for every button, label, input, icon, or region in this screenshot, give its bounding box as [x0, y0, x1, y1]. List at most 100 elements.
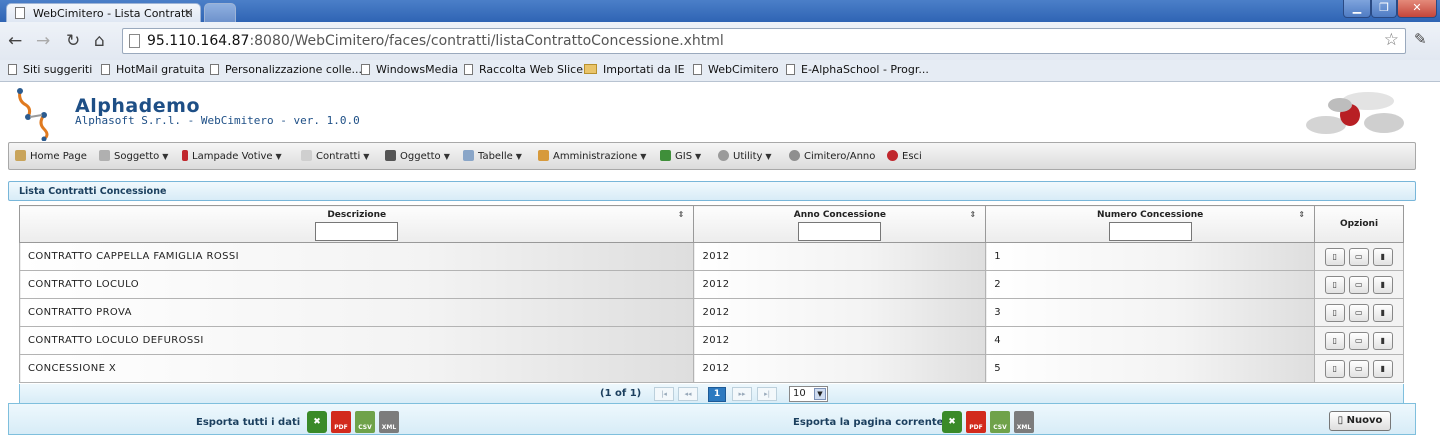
menu-utility[interactable]: Utility ▼ [718, 150, 772, 162]
paginator: (1 of 1) |◂ ◂◂ 1 ▸▸ ▸| 10 ▼ [19, 384, 1404, 405]
reload-icon[interactable]: ↻ [66, 31, 80, 51]
cell-anno: 2012 [693, 298, 987, 327]
xml-export-icon[interactable]: XML [1014, 411, 1034, 433]
rows-per-page-select[interactable]: 10 ▼ [789, 386, 828, 402]
view-document-icon[interactable]: ▯ [1325, 247, 1345, 266]
cell-opzioni: ▯ ▭ ▮ [1314, 298, 1404, 327]
browser-tab-active[interactable]: WebCimitero - Lista Contratti × [6, 3, 201, 22]
excel-export-icon[interactable]: ✖ [942, 411, 962, 433]
column-header-descrizione[interactable]: Descrizione ⇕ [18, 205, 695, 243]
cell-numero: 2 [985, 270, 1316, 299]
bookmark-item[interactable]: Importati da IE [584, 63, 685, 76]
dropdown-arrow-icon: ▼ [765, 152, 772, 161]
trash-icon[interactable]: ▮ [1373, 303, 1393, 322]
csv-export-icon[interactable]: CSV [355, 411, 375, 433]
page-icon [464, 64, 473, 75]
dropdown-arrow-icon: ▼ [515, 152, 522, 161]
view-document-icon[interactable]: ▯ [1325, 275, 1345, 294]
open-folder-icon[interactable]: ▭ [1349, 359, 1369, 378]
cell-anno: 2012 [693, 354, 987, 383]
table-row[interactable]: CONTRATTO LOCULO 2012 2 ▯ ▭ ▮ [18, 270, 1404, 299]
menu-gis[interactable]: GIS ▼ [660, 150, 701, 162]
table-row[interactable]: CONCESSIONE X 2012 5 ▯ ▭ ▮ [18, 354, 1404, 383]
panel-header: Lista Contratti Concessione [8, 181, 1416, 201]
last-page-button[interactable]: ▸| [757, 387, 777, 401]
filter-numero-input[interactable] [1108, 222, 1192, 241]
open-folder-icon[interactable]: ▭ [1349, 331, 1369, 350]
menu-home-page[interactable]: Home Page [15, 150, 87, 162]
address-bar[interactable]: 95.110.164.87:8080/WebCimitero/faces/con… [122, 28, 1406, 54]
menu-contratti[interactable]: Contratti ▼ [301, 150, 369, 162]
open-folder-icon[interactable]: ▭ [1349, 275, 1369, 294]
cell-numero: 1 [985, 242, 1316, 271]
alphasoft-logo-icon [17, 88, 49, 141]
next-page-button[interactable]: ▸▸ [732, 387, 752, 401]
new-button[interactable]: ▯ Nuovo [1329, 411, 1391, 431]
bookmark-star-icon[interactable]: ☆ [1384, 30, 1399, 50]
cell-numero: 5 [985, 354, 1316, 383]
bookmark-item[interactable]: HotMail gratuita [101, 63, 205, 76]
wrench-icon[interactable]: ✎ [1414, 30, 1427, 48]
cell-anno: 2012 [693, 242, 987, 271]
prev-page-button[interactable]: ◂◂ [678, 387, 698, 401]
trash-icon[interactable]: ▮ [1373, 331, 1393, 350]
maximize-button[interactable]: ❐ [1371, 0, 1397, 18]
cell-descrizione: CONTRATTO PROVA [18, 298, 695, 327]
refresh-icon [789, 150, 800, 161]
close-window-button[interactable]: ✕ [1397, 0, 1437, 18]
open-folder-icon[interactable]: ▭ [1349, 247, 1369, 266]
main-menu: Home Page Soggetto ▼ Lampade Votive ▼ Cont… [8, 142, 1416, 170]
column-header-anno[interactable]: Anno Concessione ⇕ [693, 205, 987, 243]
menu-cimitero-anno[interactable]: Cimitero/Anno [789, 150, 875, 162]
table-row[interactable]: CONTRATTO LOCULO DEFUROSSI 2012 4 ▯ ▭ ▮ [18, 326, 1404, 355]
view-document-icon[interactable]: ▯ [1325, 359, 1345, 378]
sort-icon[interactable]: ⇕ [1298, 210, 1305, 219]
column-header-numero[interactable]: Numero Concessione ⇕ [985, 205, 1316, 243]
menu-soggetto[interactable]: Soggetto ▼ [99, 150, 168, 162]
first-page-button[interactable]: |◂ [654, 387, 674, 401]
table-icon [463, 150, 474, 161]
view-document-icon[interactable]: ▯ [1325, 331, 1345, 350]
filter-descrizione-input[interactable] [315, 222, 399, 241]
candle-icon [182, 150, 188, 161]
bookmark-item[interactable]: WindowsMedia [361, 63, 458, 76]
menu-esci[interactable]: Esci [887, 150, 922, 162]
trash-icon[interactable]: ▮ [1373, 247, 1393, 266]
trash-icon[interactable]: ▮ [1373, 359, 1393, 378]
page-count: (1 of 1) [600, 388, 642, 399]
table-row[interactable]: CONTRATTO CAPPELLA FAMIGLIA ROSSI 2012 1… [18, 242, 1404, 271]
excel-export-icon[interactable]: ✖ [307, 411, 327, 433]
sort-icon[interactable]: ⇕ [970, 210, 977, 219]
pdf-export-icon[interactable]: PDF [966, 411, 986, 433]
pdf-export-icon[interactable]: PDF [331, 411, 351, 433]
cell-opzioni: ▯ ▭ ▮ [1314, 354, 1404, 383]
cell-descrizione: CONTRATTO CAPPELLA FAMIGLIA ROSSI [18, 242, 695, 271]
csv-export-icon[interactable]: CSV [990, 411, 1010, 433]
dropdown-arrow-icon: ▼ [695, 152, 702, 161]
bookmark-item[interactable]: E-AlphaSchool - Progr... [786, 63, 929, 76]
gear-icon [718, 150, 729, 161]
forward-arrow-icon[interactable]: → [36, 31, 50, 51]
menu-oggetto[interactable]: Oggetto ▼ [385, 150, 450, 162]
trash-icon[interactable]: ▮ [1373, 275, 1393, 294]
home-icon[interactable]: ⌂ [94, 31, 105, 51]
table-row[interactable]: CONTRATTO PROVA 2012 3 ▯ ▭ ▮ [18, 298, 1404, 327]
back-arrow-icon[interactable]: ← [8, 31, 22, 51]
menu-lampade-votive[interactable]: Lampade Votive ▼ [182, 150, 282, 162]
current-page-button[interactable]: 1 [708, 387, 726, 402]
bookmark-item[interactable]: Siti suggeriti [8, 63, 92, 76]
sort-icon[interactable]: ⇕ [678, 210, 685, 219]
bookmark-item[interactable]: Raccolta Web Slice [464, 63, 583, 76]
menu-tabelle[interactable]: Tabelle ▼ [463, 150, 522, 162]
xml-export-icon[interactable]: XML [379, 411, 399, 433]
bookmark-item[interactable]: Personalizzazione colle... [210, 63, 362, 76]
filter-anno-input[interactable] [798, 222, 882, 241]
menu-amministrazione[interactable]: Amministrazione ▼ [538, 150, 646, 162]
bookmark-item[interactable]: WebCimitero [693, 63, 779, 76]
new-tab-button[interactable] [204, 3, 236, 22]
minimize-button[interactable]: ▁ [1343, 0, 1371, 18]
cell-opzioni: ▯ ▭ ▮ [1314, 242, 1404, 271]
open-folder-icon[interactable]: ▭ [1349, 303, 1369, 322]
view-document-icon[interactable]: ▯ [1325, 303, 1345, 322]
tab-close-icon[interactable]: × [184, 6, 193, 19]
